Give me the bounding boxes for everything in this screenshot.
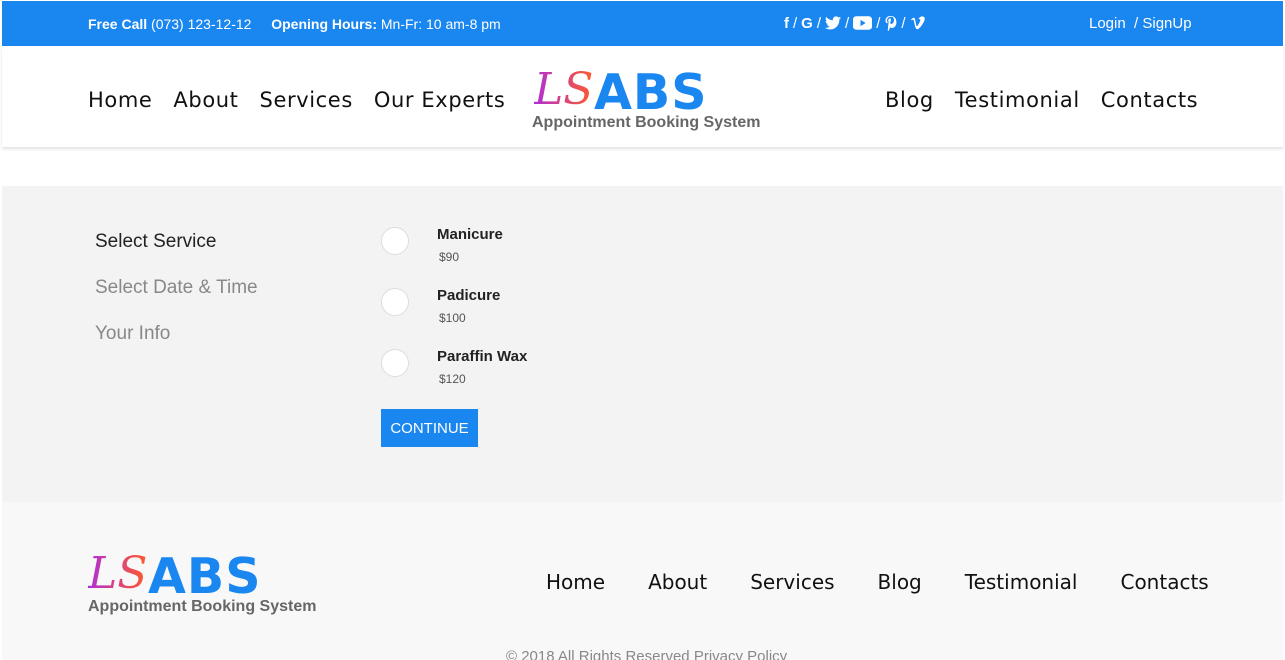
service-price: $90	[439, 250, 460, 264]
service-option-manicure[interactable]: Manicure $90	[381, 226, 503, 264]
logo-abs-text: ABS	[594, 64, 708, 121]
free-call-label: Free Call	[88, 16, 148, 32]
service-option-padicure[interactable]: Padicure $100	[381, 287, 500, 325]
phone-number[interactable]: (073) 123-12-12	[151, 16, 251, 32]
main-header: Home About Services Our Experts LS ABS A…	[2, 46, 1283, 147]
nav-item-testimonial[interactable]: Testimonial	[955, 88, 1080, 112]
copyright-text: © 2018 All Rights Reserved Privacy Polic…	[506, 648, 788, 660]
google-icon[interactable]: G	[801, 13, 813, 33]
service-name: Paraffin Wax	[437, 348, 528, 365]
pinterest-icon[interactable]	[884, 13, 897, 33]
service-radio[interactable]	[381, 227, 409, 255]
signup-link[interactable]: / SignUp	[1134, 15, 1192, 32]
twitter-icon[interactable]	[825, 13, 842, 33]
nav-right: Blog Testimonial Contacts	[885, 88, 1219, 112]
opening-hours-label: Opening Hours:	[271, 16, 377, 32]
service-option-paraffin-wax[interactable]: Paraffin Wax $120	[381, 348, 527, 386]
continue-button[interactable]: CONTINUE	[381, 409, 478, 447]
facebook-icon[interactable]: f	[784, 13, 789, 33]
service-price: $100	[439, 311, 466, 325]
opening-hours: Mn-Fr: 10 am-8 pm	[380, 16, 501, 32]
site-logo[interactable]: LS ABS Appointment Booking System	[532, 66, 762, 136]
footer-nav-services[interactable]: Services	[750, 570, 834, 594]
nav-item-our-experts[interactable]: Our Experts	[374, 88, 506, 112]
footer-nav-blog[interactable]: Blog	[878, 570, 922, 594]
service-radio[interactable]	[381, 288, 409, 316]
auth-links: Login / SignUp	[1089, 15, 1192, 32]
logo-abs-text: ABS	[148, 548, 262, 605]
youtube-icon[interactable]	[853, 13, 873, 33]
login-link[interactable]: Login	[1089, 15, 1126, 32]
nav-item-contacts[interactable]: Contacts	[1101, 88, 1198, 112]
footer: LS ABS Appointment Booking System Home A…	[2, 502, 1283, 660]
step-your-info[interactable]: Your Info	[95, 323, 258, 345]
nav-item-blog[interactable]: Blog	[885, 88, 934, 112]
logo-ls-mark: LS	[88, 548, 148, 599]
booking-steps: Select Service Select Date & Time Your I…	[95, 231, 258, 369]
nav-item-about[interactable]: About	[173, 88, 238, 112]
footer-nav-contacts[interactable]: Contacts	[1120, 570, 1208, 594]
service-price: $120	[439, 372, 466, 386]
social-links: f / G / / / /	[784, 13, 926, 33]
step-select-service[interactable]: Select Service	[95, 231, 258, 253]
nav-item-home[interactable]: Home	[88, 88, 152, 112]
contact-info: Free Call (073) 123-12-12 Opening Hours:…	[88, 16, 501, 32]
service-radio[interactable]	[381, 349, 409, 377]
social-separator: /	[845, 14, 850, 32]
social-separator: /	[901, 14, 906, 32]
logo-ls-mark: LS	[534, 64, 594, 115]
nav-item-services[interactable]: Services	[260, 88, 353, 112]
footer-nav-home[interactable]: Home	[546, 570, 605, 594]
step-select-date-time[interactable]: Select Date & Time	[95, 277, 258, 299]
footer-logo[interactable]: LS ABS Appointment Booking System	[88, 550, 318, 620]
service-name: Padicure	[437, 287, 501, 304]
logo-tagline: Appointment Booking System	[88, 598, 317, 615]
footer-nav-testimonial[interactable]: Testimonial	[965, 570, 1078, 594]
logo-tagline: Appointment Booking System	[532, 114, 761, 131]
social-separator: /	[816, 14, 822, 32]
vimeo-icon[interactable]	[910, 13, 926, 33]
social-separator: /	[876, 14, 881, 32]
top-bar: Free Call (073) 123-12-12 Opening Hours:…	[2, 1, 1283, 46]
footer-nav-about[interactable]: About	[648, 570, 707, 594]
service-name: Manicure	[437, 226, 503, 243]
booking-section: Select Service Select Date & Time Your I…	[2, 186, 1283, 502]
footer-nav: Home About Services Blog Testimonial Con…	[546, 570, 1252, 594]
nav-left: Home About Services Our Experts	[88, 88, 526, 112]
social-separator: /	[793, 14, 798, 32]
